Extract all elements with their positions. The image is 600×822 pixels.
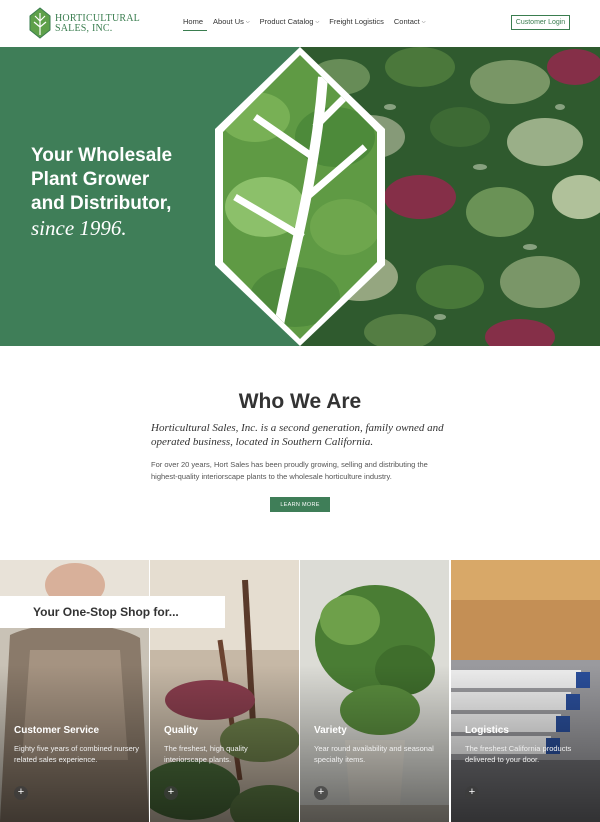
logo-line-2: SALES, INC.: [55, 23, 113, 34]
card-logistics[interactable]: Logistics The freshest California produc…: [451, 560, 600, 822]
nav-about-us[interactable]: About Us ⌵: [213, 17, 254, 31]
hero-since: since 1996.: [31, 216, 127, 240]
nav-contact[interactable]: Contact ⌵: [394, 17, 430, 31]
hero-line-1: Your Wholesale: [31, 145, 173, 166]
card-description: The freshest, high quality interiorscape…: [164, 744, 248, 764]
nav-home[interactable]: Home: [183, 17, 208, 31]
card-title: Customer Service: [14, 725, 100, 736]
card-title: Quality: [164, 725, 198, 736]
feature-cards: Customer Service Eighty five years of co…: [0, 560, 600, 822]
nav-product-catalog[interactable]: Product Catalog ⌵: [260, 17, 324, 31]
card-title: Logistics: [465, 725, 509, 736]
who-we-are-body: For over 20 years, Hort Sales has been p…: [151, 460, 428, 481]
hero-line-2: Plant Grower: [31, 169, 150, 190]
nav-freight-logistics[interactable]: Freight Logistics: [329, 17, 388, 31]
who-we-are-lead: Horticultural Sales, Inc. is a second ge…: [151, 422, 444, 448]
customer-login-button[interactable]: Customer Login: [511, 15, 570, 30]
main-nav: Home About Us ⌵ Product Catalog ⌵ Freight …: [183, 17, 436, 31]
card-title: Variety: [314, 725, 347, 736]
hero-banner: Your Wholesale Plant Grower and Distribu…: [0, 47, 600, 346]
learn-more-button[interactable]: LEARN MORE: [270, 497, 330, 512]
chevron-down-icon: ⌵: [245, 19, 250, 25]
card-description: The freshest California products deliver…: [465, 744, 572, 764]
card-description: Year round availability and seasonal spe…: [314, 744, 434, 764]
card-shade: [451, 560, 600, 822]
plus-icon[interactable]: +: [14, 786, 28, 800]
hero-line-3: and Distributor,: [31, 193, 172, 214]
plus-icon[interactable]: +: [465, 786, 479, 800]
card-shade: [300, 560, 449, 822]
logo-text: HORTICULTURAL SALES, INC.: [55, 14, 140, 34]
site-logo[interactable]: HORTICULTURAL SALES, INC.: [29, 7, 140, 41]
plus-icon[interactable]: +: [314, 786, 328, 800]
one-stop-shop-banner: Your One-Stop Shop for...: [0, 596, 225, 628]
leaf-logo-icon: [29, 7, 51, 39]
leaf-hexagon-graphic: [215, 47, 385, 346]
site-header: HORTICULTURAL SALES, INC. Home About Us ⌵…: [0, 0, 600, 47]
who-we-are-title: Who We Are: [238, 390, 362, 413]
chevron-down-icon: ⌵: [421, 19, 426, 25]
chevron-down-icon: ⌵: [315, 19, 320, 25]
who-we-are-section: Who We Are Horticultural Sales, Inc. is …: [0, 346, 600, 560]
plus-icon[interactable]: +: [164, 786, 178, 800]
one-stop-shop-heading: Your One-Stop Shop for...: [33, 605, 179, 619]
hero-headline: Your Wholesale Plant Grower and Distribu…: [31, 144, 172, 240]
card-variety[interactable]: Variety Year round availability and seas…: [300, 560, 449, 822]
card-description: Eighty five years of combined nursery re…: [14, 744, 140, 764]
